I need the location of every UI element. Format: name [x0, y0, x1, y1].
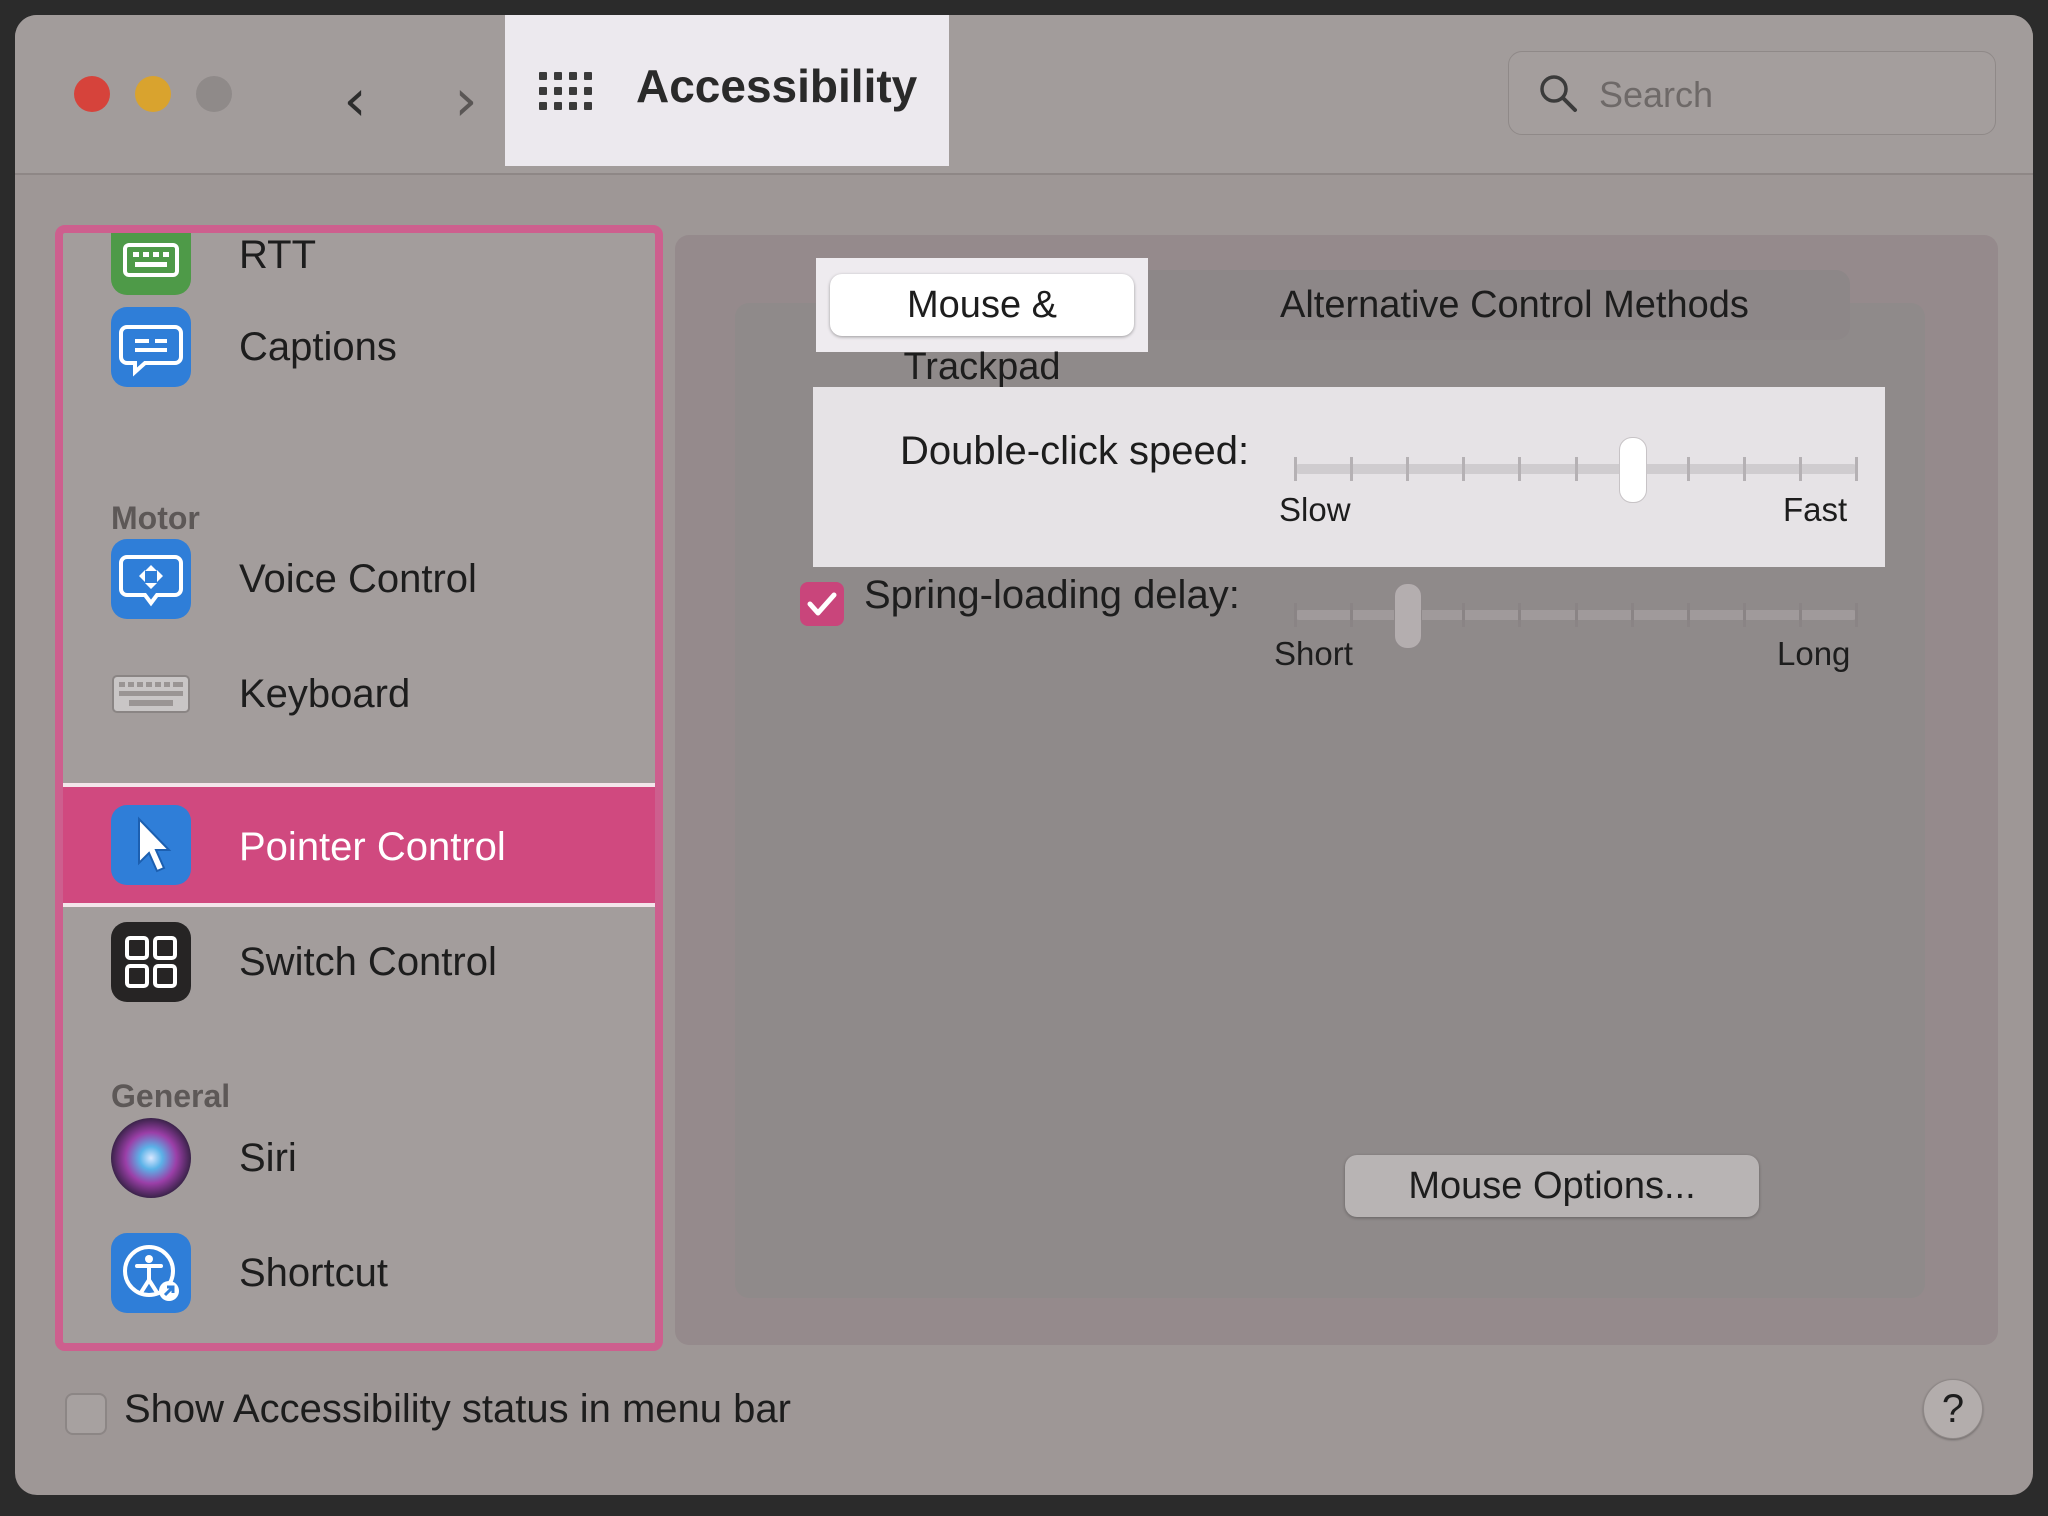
- tab-alternative-control-methods[interactable]: Alternative Control Methods: [1280, 274, 1749, 336]
- spring-loading-delay-slider[interactable]: [1294, 583, 1858, 649]
- double-click-speed-label: Double-click speed:: [900, 429, 1250, 473]
- forward-button[interactable]: ›: [436, 71, 496, 133]
- sidebar-item-label: Voice Control: [239, 557, 477, 601]
- slider-tick: [1798, 603, 1802, 627]
- show-status-checkbox[interactable]: [65, 1393, 107, 1435]
- slider-tick: [1406, 457, 1410, 481]
- zoom-button[interactable]: [196, 76, 232, 112]
- long-label: Long: [1777, 635, 1851, 672]
- mouse-options-button[interactable]: Mouse Options...: [1345, 1155, 1759, 1217]
- back-button[interactable]: ‹: [325, 71, 385, 133]
- toolbar: ‹ › Accessibility Search: [15, 15, 2033, 175]
- search-placeholder: Search: [1599, 74, 1714, 115]
- slider-tick: [1294, 457, 1297, 481]
- slider-track: [1294, 603, 1858, 627]
- slider-tick: [1350, 457, 1354, 481]
- slider-tick: [1518, 603, 1522, 627]
- show-all-grid-icon[interactable]: [539, 72, 595, 114]
- slider-tick: [1855, 457, 1858, 481]
- window-title: Accessibility: [636, 60, 918, 112]
- grid-dot: [584, 102, 592, 110]
- grid-dot: [554, 102, 562, 110]
- double-click-speed-slider[interactable]: [1294, 437, 1858, 503]
- sidebar-item-label: Siri: [239, 1136, 297, 1180]
- sidebar-item-keyboard[interactable]: Keyboard: [63, 632, 655, 740]
- slider-tick: [1518, 457, 1522, 481]
- slider-tick: [1855, 603, 1858, 627]
- sidebar-item-captions[interactable]: Captions: [63, 285, 655, 393]
- sidebar[interactable]: RTT Captions Motor Voice Control Keyboar…: [55, 225, 663, 1351]
- sidebar-item-shortcut[interactable]: Shortcut: [63, 1211, 655, 1319]
- sidebar-item-label: Pointer Control: [239, 825, 506, 869]
- slider-tick: [1686, 603, 1690, 627]
- grid-dot: [584, 87, 592, 95]
- slider-tick: [1462, 457, 1466, 481]
- shortcut-icon: [111, 1233, 191, 1313]
- slider-tick: [1294, 603, 1297, 627]
- sidebar-item-switch-control[interactable]: Switch Control: [63, 900, 655, 1008]
- slider-tick: [1574, 457, 1578, 481]
- title-highlight: Accessibility: [505, 15, 949, 166]
- grid-dot: [569, 72, 577, 80]
- slider-tick: [1742, 603, 1746, 627]
- grid-dot: [539, 72, 547, 80]
- close-button[interactable]: [74, 76, 110, 112]
- sidebar-item-label: Switch Control: [239, 940, 497, 984]
- sidebar-item-label: RTT: [239, 233, 317, 277]
- slider-tick: [1574, 603, 1578, 627]
- sidebar-item-voice-control[interactable]: Voice Control: [63, 517, 655, 625]
- slider-knob[interactable]: [1393, 583, 1422, 649]
- grid-dot: [554, 87, 562, 95]
- slider-knob[interactable]: [1619, 437, 1648, 503]
- show-status-label: Show Accessibility status in menu bar: [124, 1387, 791, 1431]
- keyboard-icon: [111, 654, 191, 734]
- preferences-window: ‹ › Accessibility Search RTT Captions Mo…: [15, 15, 2033, 1495]
- spring-loading-delay-label: Spring-loading delay:: [864, 573, 1240, 617]
- siri-icon: [111, 1118, 191, 1198]
- sidebar-item-pointer-control[interactable]: Pointer Control: [63, 783, 655, 907]
- grid-dot: [539, 87, 547, 95]
- minimize-button[interactable]: [135, 76, 171, 112]
- grid-dot: [569, 87, 577, 95]
- slider-tick: [1630, 603, 1634, 627]
- slider-tick: [1462, 603, 1466, 627]
- slider-tick: [1742, 457, 1746, 481]
- captions-icon: [111, 307, 191, 387]
- switch-control-icon: [111, 922, 191, 1002]
- short-label: Short: [1274, 635, 1353, 672]
- tab-mouse-trackpad[interactable]: Mouse & Trackpad: [830, 274, 1134, 388]
- slider-track: [1294, 457, 1858, 481]
- search-field[interactable]: Search: [1508, 51, 1996, 135]
- sidebar-item-label: Captions: [239, 325, 397, 369]
- slider-tick: [1350, 603, 1354, 627]
- slow-label: Slow: [1279, 491, 1351, 528]
- grid-dot: [539, 102, 547, 110]
- sidebar-item-label: Keyboard: [239, 672, 411, 716]
- search-icon: [1540, 75, 1577, 112]
- grid-dot: [569, 102, 577, 110]
- sidebar-item-siri[interactable]: Siri: [63, 1096, 655, 1204]
- grid-dot: [554, 72, 562, 80]
- slider-tick: [1686, 457, 1690, 481]
- grid-dot: [584, 72, 592, 80]
- slider-tick: [1798, 457, 1802, 481]
- checkmark-icon: [807, 592, 837, 616]
- sidebar-item-label: Shortcut: [239, 1251, 388, 1295]
- pointer-icon: [111, 805, 191, 885]
- fast-label: Fast: [1783, 491, 1848, 528]
- help-button[interactable]: ?: [1923, 1379, 1983, 1439]
- voice-control-icon: [111, 539, 191, 619]
- spring-loading-checkbox[interactable]: [800, 582, 844, 626]
